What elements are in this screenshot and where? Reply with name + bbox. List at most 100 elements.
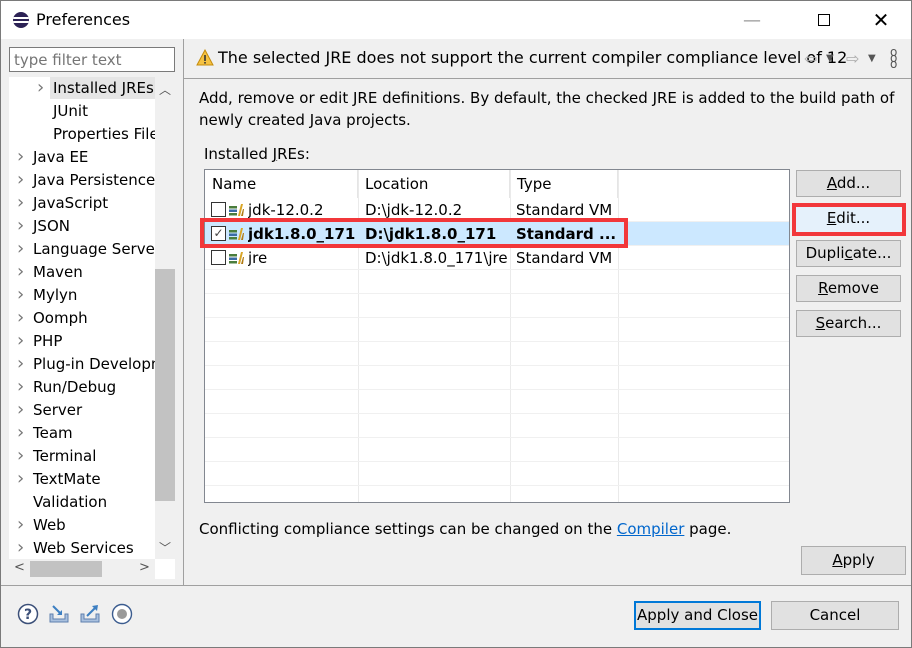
chevron-right-icon[interactable]: › — [17, 215, 29, 237]
empty-row — [205, 414, 789, 438]
chevron-right-icon[interactable]: › — [17, 261, 29, 283]
scroll-thumb[interactable] — [30, 561, 102, 577]
export-icon[interactable] — [79, 603, 101, 625]
scroll-right-icon[interactable]: > — [139, 560, 150, 575]
button-label: emove — [827, 279, 879, 297]
add-button[interactable]: Add... — [796, 170, 901, 197]
scroll-thumb[interactable] — [155, 269, 175, 501]
chevron-right-icon[interactable]: › — [17, 537, 29, 559]
empty-row — [205, 486, 789, 502]
chevron-right-icon[interactable]: › — [17, 422, 29, 444]
forward-arrow-icon[interactable]: ⇨ — [846, 49, 859, 68]
tree-item-label: Maven — [33, 263, 83, 281]
edit-button[interactable]: Edit... — [796, 205, 901, 232]
view-menu-icon[interactable]: ooo — [890, 46, 897, 70]
row-checkbox[interactable] — [211, 250, 226, 265]
minimize-button[interactable]: — — [729, 1, 775, 39]
chevron-right-icon[interactable]: › — [17, 514, 29, 536]
cell-location: D:\jdk1.8.0_171 — [365, 225, 497, 243]
cell-location: D:\jdk1.8.0_171\jre — [365, 249, 508, 267]
table-row[interactable]: jdk-12.0.2 D:\jdk-12.0.2 Standard VM — [205, 198, 789, 222]
chevron-right-icon[interactable]: › — [17, 468, 29, 490]
chevron-right-icon[interactable]: › — [17, 238, 29, 260]
chevron-right-icon[interactable]: › — [17, 146, 29, 168]
mnemonic: A — [832, 551, 843, 569]
conflict-note: Conflicting compliance settings can be c… — [199, 520, 731, 538]
button-label: Dupli — [805, 244, 845, 262]
help-icon[interactable]: ? — [17, 603, 39, 625]
svg-text:?: ? — [24, 607, 32, 623]
label-text: Installed — [204, 145, 273, 163]
row-checkbox[interactable] — [211, 202, 226, 217]
column-header-location[interactable]: Location — [358, 170, 510, 198]
cancel-button[interactable]: Cancel — [771, 601, 899, 630]
installed-jres-label: Installed JREs: — [204, 145, 310, 163]
back-dropdown-icon[interactable]: ▼ — [826, 53, 834, 64]
message-text: The selected JRE does not support the cu… — [218, 48, 848, 67]
forward-dropdown-icon[interactable]: ▼ — [868, 53, 876, 64]
column-header-type[interactable]: Type — [510, 170, 618, 198]
tree-item-label: Properties File — [53, 125, 159, 143]
tree-horizontal-scrollbar[interactable]: < > — [9, 559, 155, 579]
empty-row — [205, 390, 789, 414]
tree-item-label: JavaScript — [33, 194, 109, 212]
chevron-right-icon[interactable]: › — [17, 169, 29, 191]
chevron-right-icon[interactable]: › — [17, 192, 29, 214]
chevron-right-icon[interactable]: › — [17, 399, 29, 421]
empty-row — [205, 318, 789, 342]
close-button[interactable]: ✕ — [858, 1, 904, 39]
tree-item-label: Oomph — [33, 309, 88, 327]
tree-item-label: Validation — [33, 493, 108, 511]
cell-location: D:\jdk-12.0.2 — [365, 201, 463, 219]
tree-item-label: JSON — [33, 217, 70, 235]
table-row[interactable]: ✓ jdk1.8.0_171... D:\jdk1.8.0_171 Standard … — [205, 222, 789, 246]
empty-row — [205, 294, 789, 318]
button-label: pply — [842, 551, 875, 569]
back-arrow-icon[interactable]: ⇦ — [804, 49, 817, 68]
button-label: dit... — [836, 209, 871, 227]
warning-icon — [196, 49, 214, 66]
search-button[interactable]: Search... — [796, 310, 901, 337]
remove-button[interactable]: Remove — [796, 275, 901, 302]
mnemonic: R — [818, 279, 828, 297]
jre-library-icon — [229, 228, 244, 240]
mnemonic: E — [826, 209, 837, 227]
label-text: REs: — [277, 145, 310, 163]
import-icon[interactable] — [48, 603, 70, 625]
tree-item-label: Language Server — [33, 240, 161, 258]
tree-item-label: Java Persistence — [33, 171, 156, 189]
cell-name: jdk-12.0.2 — [248, 201, 324, 219]
chevron-right-icon[interactable]: › — [17, 445, 29, 467]
jre-library-icon — [229, 252, 244, 264]
chevron-right-icon[interactable]: › — [17, 284, 29, 306]
chevron-right-icon[interactable]: › — [17, 307, 29, 329]
column-header-name[interactable]: Name — [205, 170, 358, 198]
scroll-left-icon[interactable]: < — [14, 560, 25, 575]
scroll-up-icon[interactable]: ︿ — [159, 81, 171, 98]
chevron-right-icon[interactable]: › — [37, 77, 49, 99]
row-checkbox[interactable]: ✓ — [211, 226, 226, 241]
scroll-down-icon[interactable]: ﹀ — [159, 539, 171, 556]
mnemonic: c — [844, 244, 853, 262]
chevron-right-icon[interactable]: › — [17, 353, 29, 375]
compiler-link[interactable]: Compiler — [617, 520, 685, 538]
pane-divider[interactable] — [183, 39, 184, 585]
chevron-right-icon[interactable]: › — [17, 376, 29, 398]
tree-item-label: Mylyn — [33, 286, 78, 304]
duplicate-button[interactable]: Duplicate... — [796, 240, 901, 267]
apply-and-close-button[interactable]: Apply and Close — [634, 601, 761, 630]
chevron-right-icon[interactable]: › — [17, 330, 29, 352]
maximize-icon — [818, 14, 830, 26]
tree-vertical-scrollbar[interactable]: ︿ ﹀ — [155, 77, 175, 559]
apply-button[interactable]: Apply — [801, 546, 906, 575]
maximize-button[interactable] — [801, 1, 847, 39]
button-label: earch... — [825, 314, 882, 332]
button-label: ate... — [852, 244, 892, 262]
jre-library-icon — [229, 204, 244, 216]
record-icon[interactable] — [111, 603, 133, 625]
eclipse-icon — [13, 12, 29, 28]
table-row[interactable]: jre D:\jdk1.8.0_171\jre Standard VM — [205, 246, 789, 270]
empty-row — [205, 366, 789, 390]
footer-separator — [1, 585, 911, 586]
filter-input[interactable] — [9, 47, 175, 72]
